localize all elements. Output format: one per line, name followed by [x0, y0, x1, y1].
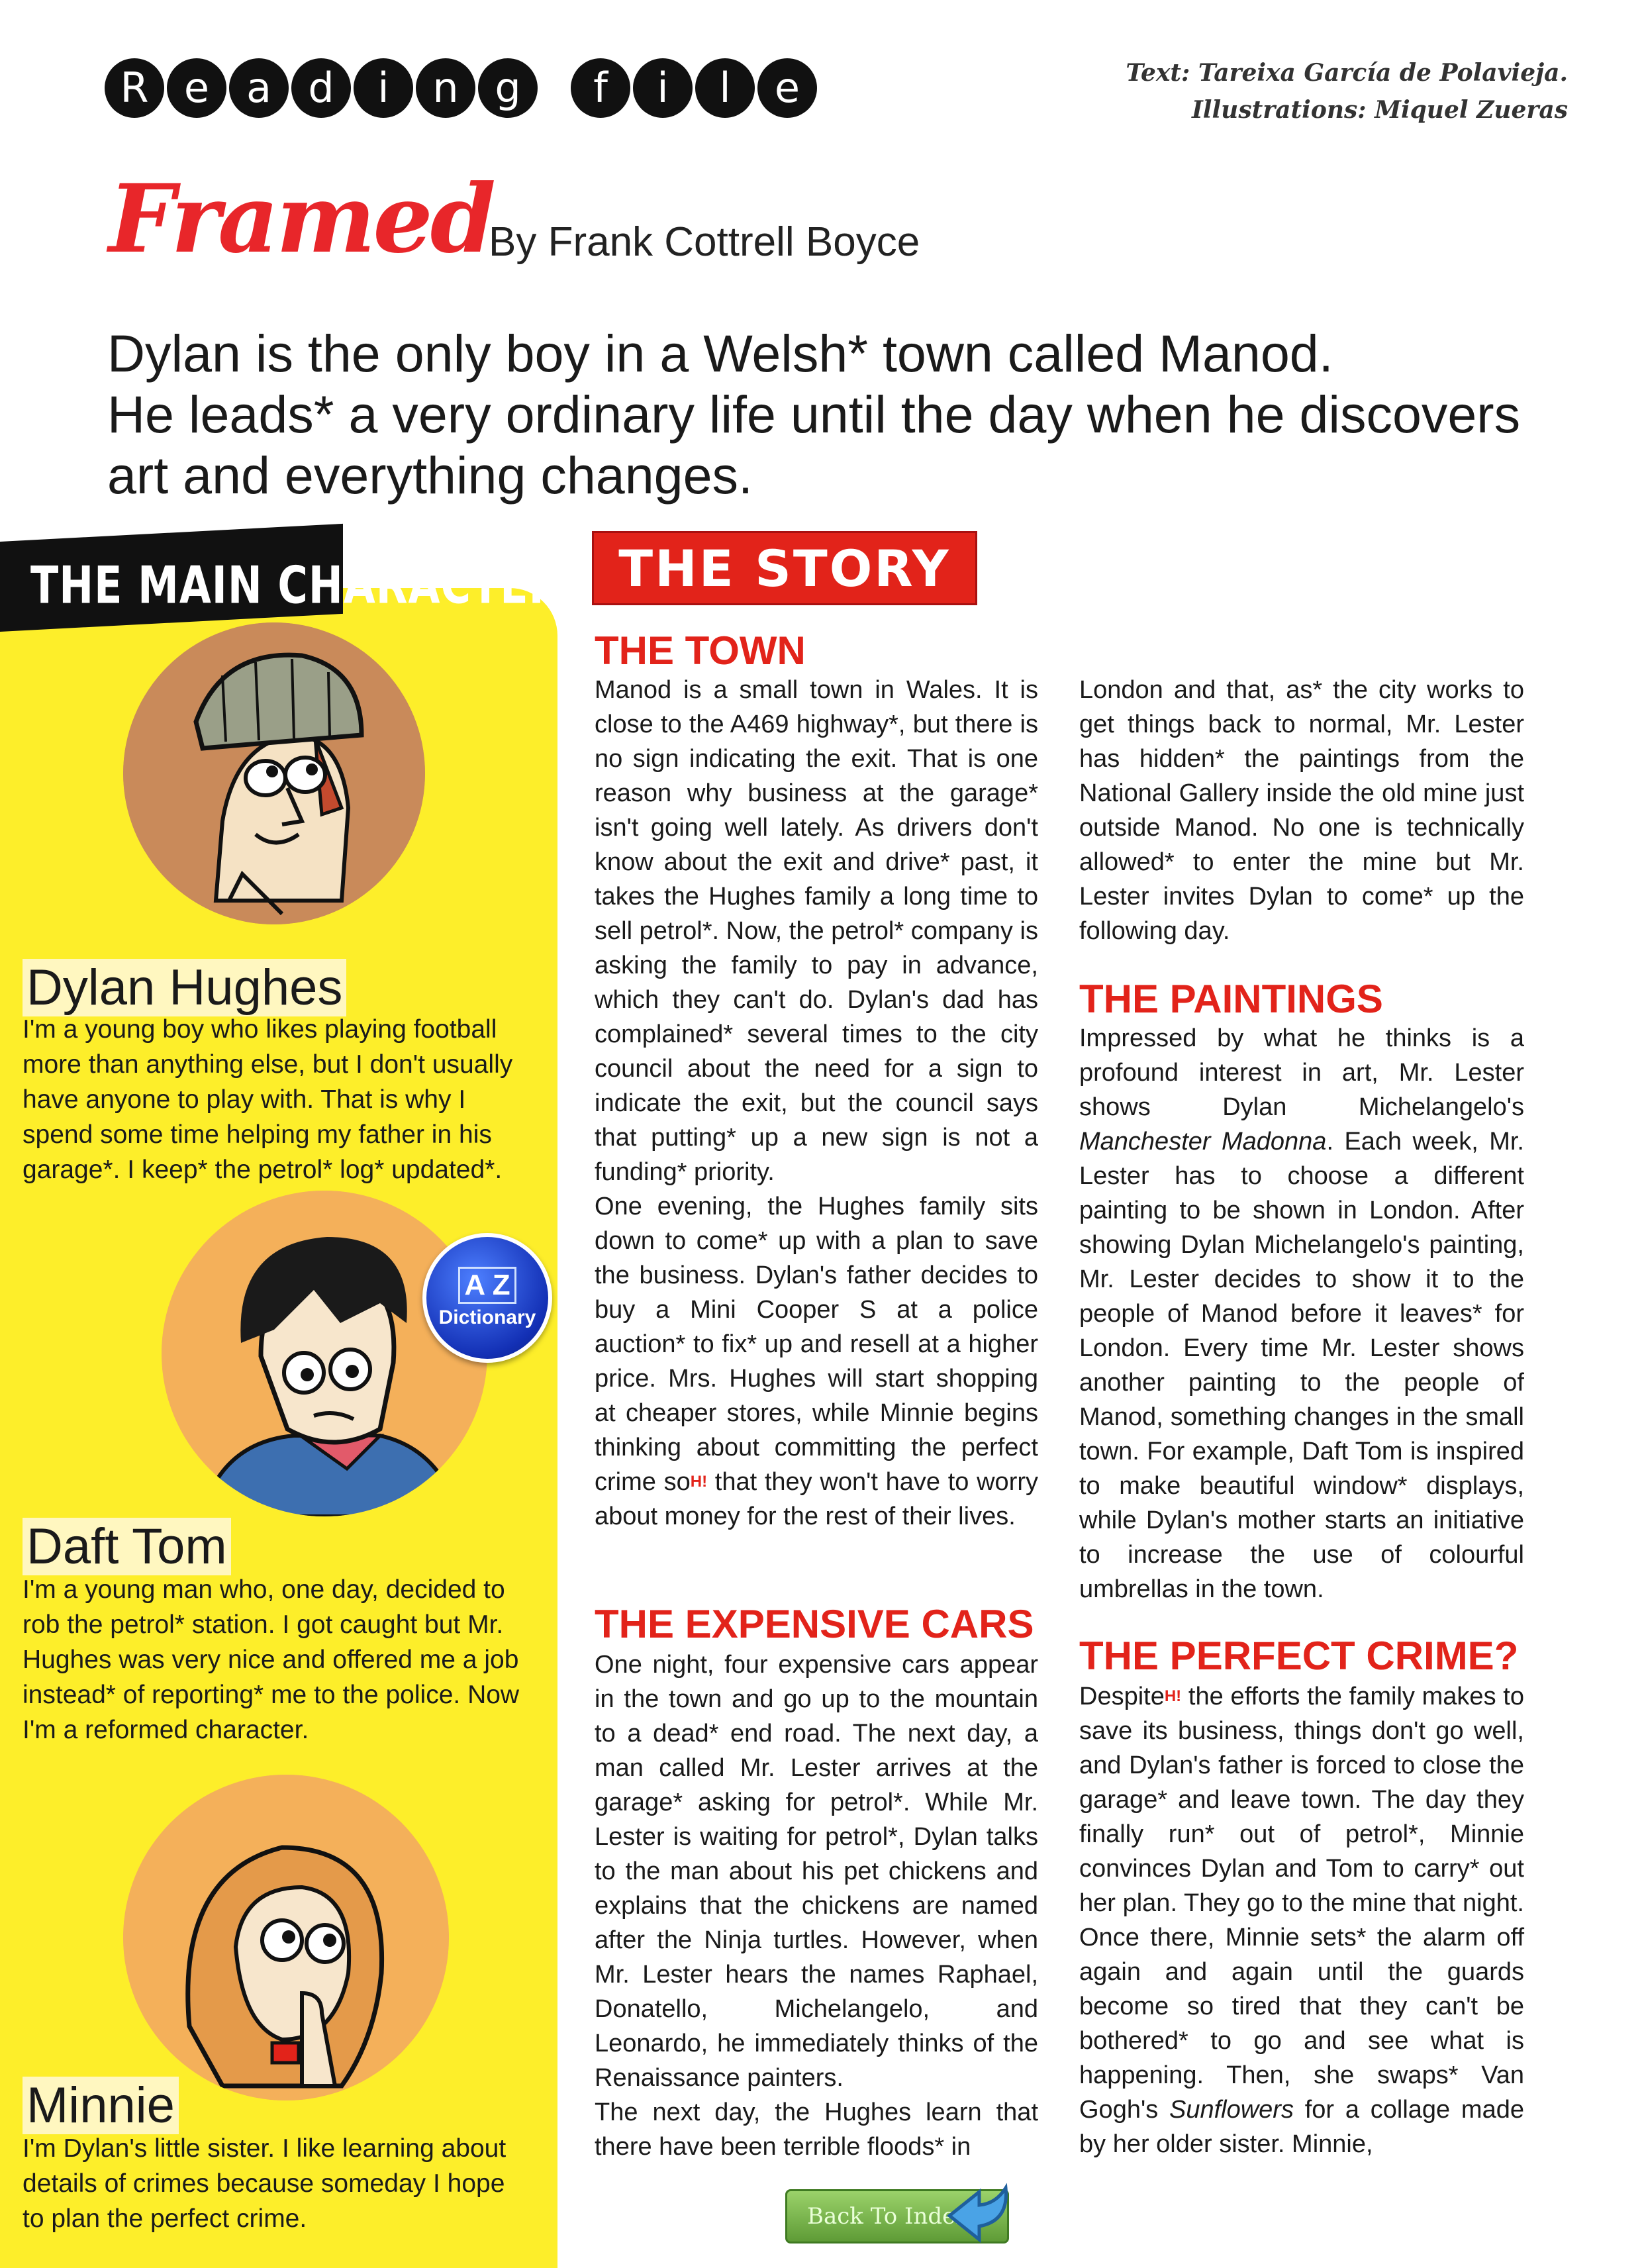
credits: Text: Tareixa García de Polavieja. Illus…	[1126, 54, 1568, 128]
crime-paragraph: DespiteH! the efforts the family makes t…	[1079, 1679, 1524, 2161]
paintings-text-a: Impressed by what he thinks is a profoun…	[1079, 1024, 1524, 1121]
story-column-2: London and that, as* the city works to g…	[1079, 673, 1524, 948]
intro-line: Dylan is the only boy in a Welsh* town c…	[107, 324, 1333, 383]
hint-badge[interactable]: H!	[1165, 1687, 1181, 1705]
cars-paragraph-2: The next day, the Hughes learn that ther…	[595, 2098, 1038, 2161]
minnie-illustration	[123, 1775, 449, 2100]
logo-letter: d	[291, 58, 351, 118]
paintings-paragraph: Impressed by what he thinks is a profoun…	[1079, 1021, 1524, 1606]
dictionary-button[interactable]: A Z Dictionary	[422, 1233, 552, 1363]
intro-line: art and everything changes.	[107, 446, 753, 505]
characters-banner-label: THE MAIN CHARACTERS	[30, 555, 591, 616]
dylan-illustration	[123, 622, 425, 924]
paintings-block: Impressed by what he thinks is a profoun…	[1079, 1021, 1524, 1606]
crime-text-b: the efforts the family makes to save its…	[1079, 1683, 1524, 2124]
crime-block: DespiteH! the efforts the family makes t…	[1079, 1679, 1524, 2161]
logo-letter: l	[695, 58, 755, 118]
dictionary-book-icon: A Z	[458, 1267, 516, 1304]
painting-title-madonna: Manchester Madonna	[1079, 1128, 1327, 1156]
character-desc-tom: I'm a young man who, one day, decided to…	[23, 1575, 520, 1744]
page-title: Framed	[109, 164, 496, 274]
logo-letter: f	[571, 58, 630, 118]
tom-illustration	[162, 1191, 487, 1516]
crime-text-a: Despite	[1079, 1683, 1165, 1710]
logo-letter: e	[167, 58, 226, 118]
tom-portrait	[162, 1191, 487, 1516]
logo-letter: i	[354, 58, 413, 118]
logo-letter: g	[478, 58, 538, 118]
paintings-text-b: . Each week, Mr. Lester has to choose a …	[1079, 1128, 1524, 1603]
minnie-portrait	[123, 1775, 449, 2100]
cars-paragraph-1: One night, four expensive cars appear in…	[595, 1651, 1038, 2092]
intro-paragraph: Dylan is the only boy in a Welsh* town c…	[107, 323, 1521, 506]
intro-line: He leads* a very ordinary life until the…	[107, 385, 1521, 444]
logo-letter: n	[416, 58, 475, 118]
painting-title-sunflowers: Sunflowers	[1169, 2096, 1294, 2124]
character-desc-dylan: I'm a young boy who likes playing footba…	[23, 1015, 513, 1184]
logo-letter: e	[757, 58, 817, 118]
logo-letter: a	[229, 58, 289, 118]
town-paragraph-1: Manod is a small town in Wales. It is cl…	[595, 676, 1038, 1186]
story-column-1: Manod is a small town in Wales. It is cl…	[595, 673, 1038, 1534]
story-heading: THE STORY	[592, 531, 977, 605]
back-arrow-icon[interactable]	[943, 2175, 1016, 2247]
logo-letter: i	[633, 58, 693, 118]
dylan-portrait	[123, 622, 425, 924]
section-title-crime: THE PERFECT CRIME?	[1079, 1634, 1519, 1678]
credit-text: Text: Tareixa García de Polavieja.	[1126, 59, 1568, 87]
character-name-tom: Daft Tom	[23, 1518, 231, 1575]
story-column-1-cont: One night, four expensive cars appear in…	[595, 1648, 1038, 2164]
character-desc-minnie: I'm Dylan's little sister. I like learni…	[23, 2134, 507, 2233]
author-byline: By Frank Cottrell Boyce	[489, 219, 920, 265]
col2-continuation: London and that, as* the city works to g…	[1079, 676, 1524, 945]
reading-file-logo: R e a d i n g f i l e	[105, 58, 820, 118]
town-paragraph-2: One evening, the Hughes family sits down…	[595, 1189, 1038, 1534]
credit-illustrations: Illustrations: Miquel Zueras	[1191, 96, 1568, 124]
hint-badge[interactable]: H!	[691, 1473, 707, 1491]
dictionary-label: Dictionary	[438, 1307, 536, 1328]
section-title-cars: THE EXPENSIVE CARS	[595, 1602, 1034, 1646]
town-paragraph-2a: One evening, the Hughes family sits down…	[595, 1193, 1038, 1496]
character-name-dylan: Dylan Hughes	[23, 959, 347, 1016]
logo-letter: R	[105, 58, 164, 118]
section-title-town: THE TOWN	[595, 628, 806, 673]
character-name-minnie: Minnie	[23, 2077, 179, 2134]
section-title-paintings: THE PAINTINGS	[1079, 977, 1383, 1021]
